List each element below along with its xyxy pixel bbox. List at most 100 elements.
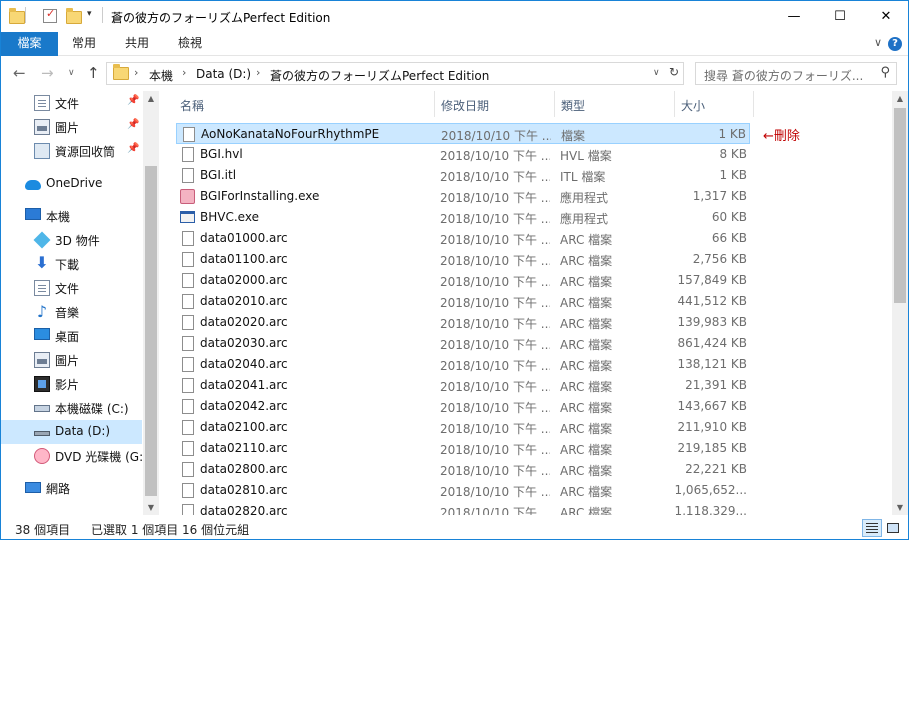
address-bar[interactable]: › 本機 › Data (D:) › 蒼の彼方のフォーリズムPerfect Ed… xyxy=(106,62,684,85)
file-row[interactable]: data01100.arc 2018/10/10 下午 ... ARC 檔案 2,75… xyxy=(176,249,750,270)
navigation-pane: 文件 📌 圖片 📌 資源回收筒 📌 OneDrive 本機 3D 物件 ⬇ 下載 xyxy=(1,91,159,515)
file-name: AoNoKanataNoFourRhythmPE xyxy=(201,127,380,141)
file-type: ARC 檔案 xyxy=(560,317,613,331)
nav-item-network[interactable]: 網路 xyxy=(1,476,142,500)
scroll-down-arrow-icon[interactable]: ▼ xyxy=(143,503,159,512)
file-date: 2018/10/10 下午 ... xyxy=(440,296,550,310)
file-row[interactable]: data02110.arc 2018/10/10 下午 ... ARC 檔案 219,… xyxy=(176,438,750,459)
nav-item-onedrive[interactable]: OneDrive xyxy=(1,172,142,196)
nav-item-recycle-bin[interactable]: 資源回收筒 📌 xyxy=(1,139,142,163)
chevron-right-icon[interactable]: › xyxy=(182,66,186,79)
maximize-button[interactable]: ☐ xyxy=(817,1,863,32)
close-button[interactable]: ✕ xyxy=(863,1,908,32)
file-type: ARC 檔案 xyxy=(560,401,613,415)
minimize-button[interactable]: — xyxy=(771,1,817,32)
file-row[interactable]: data02040.arc 2018/10/10 下午 ... ARC 檔案 138,… xyxy=(176,354,750,375)
up-arrow-icon[interactable]: ↑ xyxy=(87,64,100,82)
file-size: 1,118,329... xyxy=(674,504,747,515)
file-row[interactable]: data02820.arc 2018/10/10 下午 ... ARC 檔案 1,11… xyxy=(176,501,750,515)
nav-item-documents[interactable]: 文件 📌 xyxy=(1,91,142,115)
file-row[interactable]: BGI.itl 2018/10/10 下午 ... ITL 檔案 1 KB xyxy=(176,165,750,186)
nav-item-dvd-drive[interactable]: DVD 光碟機 (G:) xyxy=(1,444,148,468)
nav-scrollbar[interactable]: ▲ ▼ xyxy=(143,91,159,515)
column-header-name[interactable]: 名稱 xyxy=(180,97,204,114)
chevron-right-icon[interactable]: › xyxy=(134,66,138,79)
scroll-up-arrow-icon[interactable]: ▲ xyxy=(892,94,908,103)
nav-scrollbar-thumb[interactable] xyxy=(145,166,157,496)
nav-item-desktop[interactable]: 桌面 xyxy=(1,324,142,348)
column-header-size[interactable]: 大小 xyxy=(681,97,705,114)
file-row[interactable]: data02041.arc 2018/10/10 下午 ... ARC 檔案 21,3… xyxy=(176,375,750,396)
file-icon xyxy=(182,273,194,288)
column-divider[interactable] xyxy=(753,91,754,117)
nav-item-this-pc[interactable]: 本機 xyxy=(1,204,142,228)
column-header-type[interactable]: 類型 xyxy=(561,97,585,114)
address-dropdown-icon[interactable]: ∨ xyxy=(653,68,660,78)
tab-file[interactable]: 檔案 xyxy=(1,32,58,56)
tab-home[interactable]: 常用 xyxy=(59,32,109,56)
help-icon[interactable]: ? xyxy=(888,37,902,51)
file-list-scrollbar[interactable]: ▲ ▼ xyxy=(892,91,908,515)
file-row[interactable]: data02030.arc 2018/10/10 下午 ... ARC 檔案 861,… xyxy=(176,333,750,354)
breadcrumb-this-pc[interactable]: 本機 xyxy=(149,67,173,84)
file-icon xyxy=(182,462,194,477)
file-row[interactable]: data02042.arc 2018/10/10 下午 ... ARC 檔案 143,… xyxy=(176,396,750,417)
address-row: ← → ∨ ↑ › 本機 › Data (D:) › 蒼の彼方のフォーリズムPe… xyxy=(1,59,908,89)
chevron-right-icon[interactable]: › xyxy=(256,66,260,79)
column-header-date[interactable]: 修改日期 xyxy=(441,97,489,114)
details-view-icon[interactable] xyxy=(862,519,882,537)
file-type: ARC 檔案 xyxy=(560,443,613,457)
scroll-down-arrow-icon[interactable]: ▼ xyxy=(892,503,908,512)
search-box[interactable]: 搜尋 蒼の彼方のフォーリズ... ⚲ xyxy=(695,62,897,85)
nav-item-music[interactable]: ♪ 音樂 xyxy=(1,300,142,324)
new-folder-icon[interactable] xyxy=(66,7,82,25)
file-row[interactable]: data02020.arc 2018/10/10 下午 ... ARC 檔案 139,… xyxy=(176,312,750,333)
file-row[interactable]: data01000.arc 2018/10/10 下午 ... ARC 檔案 66 K… xyxy=(176,228,750,249)
breadcrumb-drive-d[interactable]: Data (D:) xyxy=(196,67,251,81)
nav-item-3d-objects[interactable]: 3D 物件 xyxy=(1,228,142,252)
recent-locations-chevron-icon[interactable]: ∨ xyxy=(68,68,75,78)
file-row[interactable]: data02100.arc 2018/10/10 下午 ... ARC 檔案 211,… xyxy=(176,417,750,438)
nav-item-local-disk-c[interactable]: 本機磁碟 (C:) xyxy=(1,396,142,420)
properties-icon[interactable]: ✓ xyxy=(43,7,57,23)
scroll-up-arrow-icon[interactable]: ▲ xyxy=(143,94,159,103)
file-row[interactable]: BHVC.exe 2018/10/10 下午 ... 應用程式 60 KB xyxy=(176,207,750,228)
file-row[interactable]: AoNoKanataNoFourRhythmPE 2018/10/10 下午 ..… xyxy=(176,123,750,144)
file-type: ARC 檔案 xyxy=(560,275,613,289)
column-divider[interactable] xyxy=(434,91,435,117)
large-icons-view-icon[interactable] xyxy=(883,519,903,537)
nav-item-pictures[interactable]: 圖片 📌 xyxy=(1,115,142,139)
search-icon[interactable]: ⚲ xyxy=(880,65,890,80)
column-divider[interactable] xyxy=(554,91,555,117)
nav-item-label: 文件 xyxy=(55,282,80,296)
tab-view[interactable]: 檢視 xyxy=(165,32,215,56)
file-row[interactable]: data02810.arc 2018/10/10 下午 ... ARC 檔案 1,06… xyxy=(176,480,750,501)
nav-item-videos[interactable]: 影片 xyxy=(1,372,142,396)
refresh-icon[interactable]: ↻ xyxy=(669,65,679,79)
nav-item-label: 影片 xyxy=(55,378,80,392)
expand-ribbon-chevron-icon[interactable]: ∨ xyxy=(874,36,882,49)
file-row[interactable]: data02010.arc 2018/10/10 下午 ... ARC 檔案 441,… xyxy=(176,291,750,312)
file-row[interactable]: BGI.hvl 2018/10/10 下午 ... HVL 檔案 8 KB xyxy=(176,144,750,165)
file-row[interactable]: data02000.arc 2018/10/10 下午 ... ARC 檔案 157,… xyxy=(176,270,750,291)
nav-item-downloads[interactable]: ⬇ 下載 xyxy=(1,252,142,276)
music-icon: ♪ xyxy=(36,302,48,321)
breadcrumb-current-folder[interactable]: 蒼の彼方のフォーリズムPerfect Edition xyxy=(270,67,489,84)
back-arrow-icon[interactable]: ← xyxy=(13,64,26,82)
file-list-scrollbar-thumb[interactable] xyxy=(894,108,906,303)
file-icon xyxy=(182,315,194,330)
file-row[interactable]: data02800.arc 2018/10/10 下午 ... ARC 檔案 22,2… xyxy=(176,459,750,480)
file-date: 2018/10/10 下午 ... xyxy=(441,129,551,143)
file-row[interactable]: BGIForInstalling.exe 2018/10/10 下午 ... 應用程… xyxy=(176,186,750,207)
file-date: 2018/10/10 下午 ... xyxy=(440,149,550,163)
nav-item-data-d[interactable]: Data (D:) xyxy=(1,420,142,444)
tab-share[interactable]: 共用 xyxy=(111,32,163,56)
file-icon xyxy=(182,483,194,498)
forward-arrow-icon[interactable]: → xyxy=(41,64,54,82)
item-count: 38 個項目 xyxy=(15,523,71,537)
nav-item-documents-pc[interactable]: 文件 xyxy=(1,276,142,300)
nav-item-pictures-pc[interactable]: 圖片 xyxy=(1,348,142,372)
customize-toolbar-icon[interactable]: ▾ xyxy=(87,9,92,27)
nav-item-label: 音樂 xyxy=(55,306,80,320)
column-divider[interactable] xyxy=(674,91,675,117)
